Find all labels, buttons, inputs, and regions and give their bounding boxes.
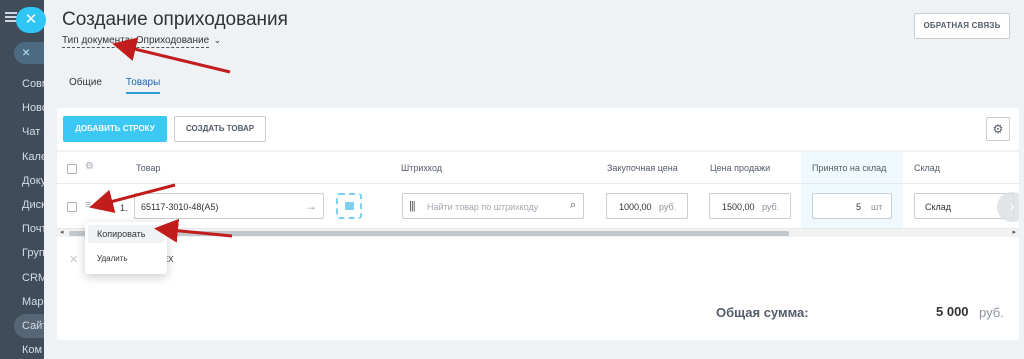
close-slider-button[interactable]: ✕ [16, 7, 46, 33]
add-row-button[interactable]: ДОБАВИТЬ СТРОКУ [63, 116, 167, 142]
row-checkbox[interactable] [67, 202, 77, 212]
barcode-icon: ||| [409, 200, 416, 212]
create-product-button[interactable]: СОЗДАТЬ ТОВАР [174, 116, 266, 142]
menu-item-copy[interactable]: Копировать [97, 229, 145, 239]
menu-item-delete[interactable]: Удалить [97, 254, 128, 263]
page-title: Создание оприходования [62, 9, 288, 30]
feedback-button[interactable]: ОБРАТНАЯ СВЯЗЬ [914, 13, 1010, 39]
sale-price-value: 1500,00 [722, 202, 755, 212]
quantity-value: 5 [856, 202, 862, 212]
header-product: Товар [136, 163, 161, 173]
search-icon[interactable]: ⌕ [570, 199, 576, 212]
grid-header: ⚙ Товар Штрихкод Закупочная цена Цена пр… [57, 152, 1019, 184]
doc-type-selector[interactable]: Тип документа: Оприходование ⌄ [62, 35, 221, 48]
doc-type-label: Тип документа: Оприходование [62, 35, 210, 46]
tabs: Общие Товары [69, 77, 161, 94]
chevron-down-icon: ⌄ [213, 35, 222, 45]
header-received: Принято на склад [812, 163, 887, 173]
row-index: 1. [120, 203, 128, 213]
unit-label: шт [871, 202, 883, 212]
sale-currency: руб. [762, 202, 780, 212]
scroll-right-arrow-icon[interactable]: › [997, 192, 1019, 222]
total-value: 5 000 [936, 304, 969, 319]
total-label: Общая сумма: [716, 305, 809, 320]
select-all-checkbox[interactable] [67, 164, 77, 174]
purchase-price-input[interactable]: 1000,00 руб. [606, 193, 688, 219]
product-value: 65117-3010-48(A5) [141, 202, 219, 212]
column-settings-icon[interactable]: ⚙ [85, 161, 94, 172]
scroll-right-icon[interactable]: ▸ [1012, 228, 1016, 236]
row-context-menu: Копировать Удалить [85, 222, 167, 274]
tab-products[interactable]: Товары [125, 77, 161, 94]
row-actions-icon[interactable]: ≡ [85, 200, 91, 211]
barcode-placeholder: Найти товар по штрихкоду [427, 202, 539, 212]
horizontal-scrollbar[interactable]: ◂ ▸ [57, 228, 1019, 237]
scrollbar-thumb[interactable] [69, 231, 789, 236]
warehouse-value: Склад [925, 202, 952, 212]
total-currency: руб. [979, 305, 1004, 320]
product-field[interactable]: 65117-3010-48(A5) → [134, 193, 324, 219]
close-icon: ✕ [24, 11, 38, 28]
barcode-search-input[interactable]: ||| Найти товар по штрихкоду ⌕ [402, 193, 584, 219]
remove-icon[interactable]: ✕ [69, 253, 78, 266]
toolbar-card: ДОБАВИТЬ СТРОКУ СОЗДАТЬ ТОВАР ⚙ [57, 108, 1019, 150]
header-warehouse: Склад [914, 163, 941, 173]
purchase-currency: руб. [659, 202, 677, 212]
slider-panel: Создание оприходования Тип документа: Оп… [44, 0, 1024, 359]
sale-price-input[interactable]: 1500,00 руб. [709, 193, 791, 219]
image-placeholder-icon[interactable] [336, 193, 362, 219]
header-sale-price: Цена продажи [710, 163, 771, 173]
quantity-input[interactable]: 5 шт [812, 193, 892, 219]
scroll-left-icon[interactable]: ◂ [60, 228, 64, 236]
products-grid: ⚙ Товар Штрихкод Закупочная цена Цена пр… [57, 152, 1019, 340]
arrow-right-icon[interactable]: → [305, 199, 317, 213]
purchase-price-value: 1000,00 [619, 202, 652, 212]
header-purchase-price: Закупочная цена [607, 163, 678, 173]
header-barcode: Штрихкод [401, 163, 443, 173]
tab-general[interactable]: Общие [69, 77, 102, 94]
gear-icon[interactable]: ⚙ [986, 117, 1010, 141]
